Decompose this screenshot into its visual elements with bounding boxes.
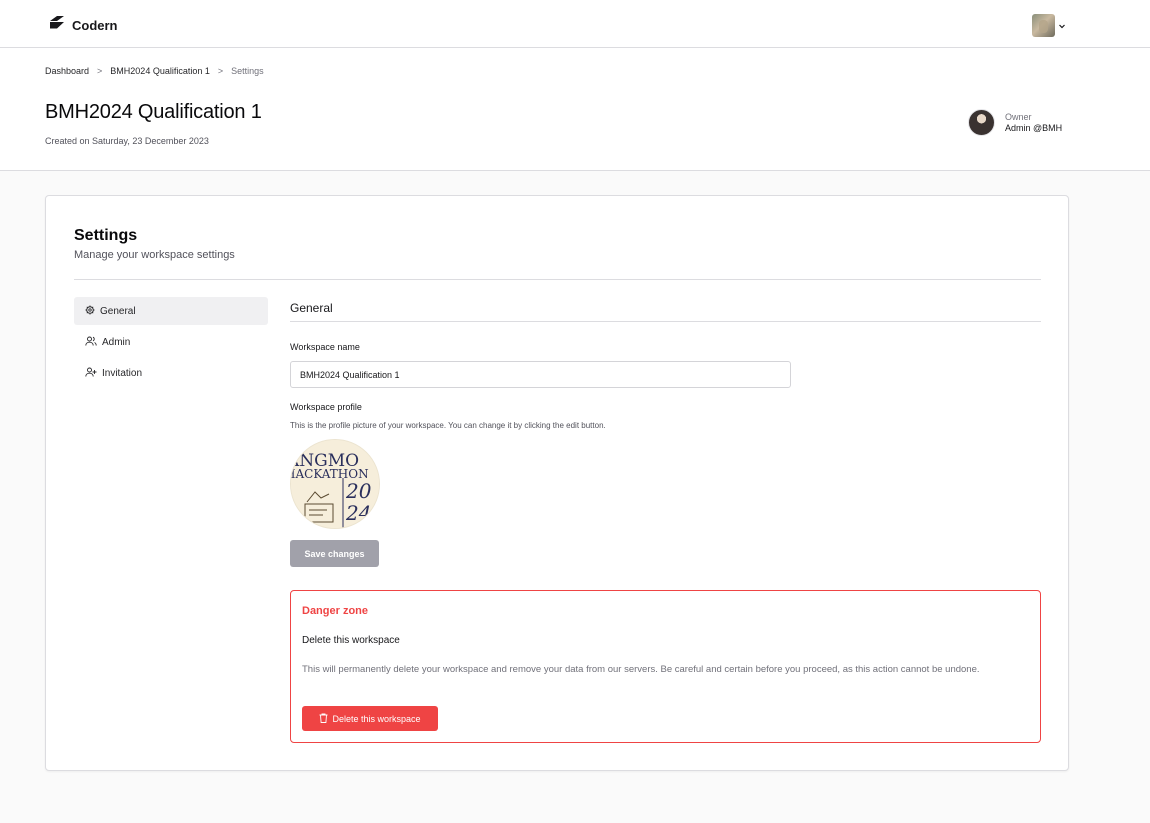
nav-item-admin[interactable]: Admin [74, 328, 268, 356]
section-title: General [290, 297, 1041, 322]
danger-zone-title: Danger zone [302, 605, 369, 617]
users-icon [85, 336, 97, 349]
workspace-name-input[interactable] [290, 361, 791, 388]
breadcrumb-current: Settings [231, 66, 264, 76]
danger-zone: Danger zone Delete this workspace This w… [290, 590, 1041, 743]
owner-name: Admin @BMH [1005, 122, 1063, 133]
owner-avatar [968, 109, 995, 136]
trash-icon [319, 713, 328, 725]
profile-image-year-top: 20 [345, 479, 372, 503]
breadcrumb-workspace[interactable]: BMH2024 Qualification 1 [110, 66, 210, 76]
workspace-profile-picture[interactable]: ANGMO HACKATHON 20 24 [290, 439, 380, 529]
brand-name: Codern [72, 17, 118, 33]
settings-card: Settings Manage your workspace settings … [45, 195, 1069, 771]
settings-subtitle: Manage your workspace settings [74, 249, 235, 261]
delete-workspace-button[interactable]: Delete this workspace [302, 706, 438, 731]
nav-item-invitation[interactable]: Invitation [74, 359, 268, 387]
settings-nav: General Admin Invitation [74, 297, 268, 390]
save-changes-button[interactable]: Save changes [290, 540, 379, 567]
divider [74, 279, 1041, 280]
codern-logo-icon [49, 16, 65, 34]
nav-item-label: General [100, 305, 136, 317]
gear-icon [85, 305, 95, 318]
user-avatar [1032, 14, 1055, 37]
top-bar: Codern [0, 0, 1150, 48]
nav-item-general[interactable]: General [74, 297, 268, 325]
breadcrumb-separator: > [217, 66, 224, 76]
danger-zone-description: This will permanently delete your worksp… [302, 664, 980, 675]
owner-info: Owner Admin @BMH [968, 109, 1062, 136]
profile-image-year-bottom: 24 [345, 501, 371, 525]
delete-button-label: Delete this workspace [332, 713, 421, 724]
chevron-down-icon [1058, 17, 1066, 35]
user-menu[interactable] [1032, 14, 1066, 37]
workspace-name-label: Workspace name [290, 342, 360, 352]
workspace-profile-label: Workspace profile [290, 402, 362, 412]
owner-label: Owner [1005, 111, 1032, 122]
general-settings: General Workspace name Workspace profile… [290, 297, 1041, 743]
breadcrumb: Dashboard > BMH2024 Qualification 1 > Se… [45, 66, 264, 76]
settings-title: Settings [74, 227, 138, 244]
nav-item-label: Invitation [102, 367, 143, 379]
breadcrumb-separator: > [97, 66, 103, 76]
danger-zone-heading: Delete this workspace [302, 635, 400, 646]
page-title: BMH2024 Qualification 1 [45, 101, 262, 123]
profile-help-text: This is the profile picture of your work… [290, 421, 606, 430]
created-date: Created on Saturday, 23 December 2023 [45, 136, 209, 146]
brand[interactable]: Codern [49, 16, 118, 34]
nav-item-label: Admin [102, 336, 131, 348]
breadcrumb-dashboard[interactable]: Dashboard [45, 66, 89, 76]
user-plus-icon [85, 367, 97, 380]
